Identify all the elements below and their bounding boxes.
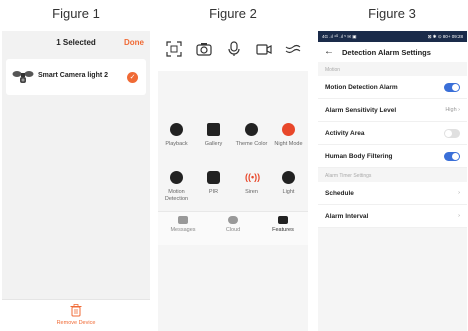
- human-filter-row[interactable]: Human Body Filtering: [318, 145, 467, 168]
- features-icon: [278, 216, 288, 224]
- done-button[interactable]: Done: [124, 38, 144, 47]
- figure-3-screen: 4G .ıl ⁴ᴳ .ıl ⁵ ✉ ▣ ⊠ ✱ ⊙ 80+ 09:28 ← De…: [318, 31, 467, 331]
- motion-alarm-toggle[interactable]: [444, 83, 460, 92]
- human-filter-toggle[interactable]: [444, 152, 460, 161]
- section-header-timer: Alarm Timer Settings: [318, 168, 467, 182]
- section-header-motion: Motion: [318, 62, 467, 76]
- motion-detection-icon: [170, 171, 183, 184]
- tab-label: Cloud: [225, 227, 241, 233]
- collapse-icon[interactable]: [285, 41, 301, 57]
- feature-label: Siren: [245, 189, 258, 195]
- feature-label: Playback: [165, 141, 188, 147]
- alarm-interval-row[interactable]: Alarm Interval ›: [318, 205, 467, 228]
- cloud-icon: [228, 216, 238, 224]
- sensitivity-value: High ›: [445, 107, 460, 113]
- activity-area-label: Activity Area: [325, 130, 365, 137]
- night-mode-icon: [282, 123, 295, 136]
- video-record-icon[interactable]: [256, 41, 272, 57]
- nav-bar: ← Detection Alarm Settings: [318, 42, 467, 62]
- light-icon: [282, 171, 295, 184]
- figure-2-caption: Figure 2: [209, 6, 257, 21]
- feature-playback[interactable]: Playback: [158, 123, 195, 148]
- tab-label: Messages: [170, 227, 196, 233]
- remove-device-button[interactable]: Remove Device: [2, 299, 150, 331]
- sensitivity-row[interactable]: Alarm Sensitivity Level High ›: [318, 99, 467, 122]
- activity-area-toggle[interactable]: [444, 129, 460, 138]
- feature-label: Gallery: [204, 141, 223, 147]
- alarm-interval-label: Alarm Interval: [325, 213, 369, 220]
- bottom-tab-bar: Messages Cloud Features: [158, 211, 308, 245]
- human-filter-label: Human Body Filtering: [325, 153, 393, 160]
- tab-content-area: [158, 245, 308, 331]
- messages-icon: [178, 216, 188, 224]
- device-card[interactable]: Smart Camera light 2 ✓: [6, 59, 146, 95]
- feature-light[interactable]: Light: [270, 171, 307, 196]
- tab-messages[interactable]: Messages: [158, 216, 208, 233]
- motion-alarm-label: Motion Detection Alarm: [325, 84, 398, 91]
- feature-theme-color[interactable]: Theme Color: [233, 123, 270, 148]
- figure-1-caption: Figure 1: [52, 6, 100, 21]
- chevron-right-icon: ›: [458, 190, 460, 196]
- gallery-icon: [207, 123, 220, 136]
- device-name: Smart Camera light 2: [38, 72, 109, 79]
- theme-color-icon: [245, 123, 258, 136]
- feature-pir[interactable]: PIR: [195, 171, 232, 196]
- tab-features[interactable]: Features: [258, 216, 308, 233]
- feature-siren[interactable]: ((•)) Siren: [233, 171, 270, 196]
- trash-icon: [70, 304, 82, 317]
- microphone-icon[interactable]: [226, 41, 242, 57]
- status-left: 4G .ıl ⁴ᴳ .ıl ⁵ ✉ ▣: [322, 34, 357, 39]
- figure-3-caption: Figure 3: [368, 6, 416, 21]
- feature-label: Night Mode: [274, 141, 303, 147]
- camera-light-icon: [12, 71, 34, 83]
- selection-header: 1 Selected Done: [2, 31, 150, 55]
- schedule-row[interactable]: Schedule ›: [318, 182, 467, 205]
- pir-icon: [207, 171, 220, 184]
- tab-label: Features: [272, 227, 294, 233]
- feature-label: Motion Detection: [164, 189, 189, 202]
- feature-label: Light: [282, 189, 295, 195]
- feature-night-mode[interactable]: Night Mode: [270, 123, 307, 148]
- feature-label: Theme Color: [235, 141, 268, 147]
- remove-device-label: Remove Device: [56, 320, 96, 326]
- camera-icon[interactable]: [196, 41, 212, 57]
- siren-icon: ((•)): [245, 172, 261, 182]
- check-icon[interactable]: ✓: [127, 72, 138, 83]
- status-bar: 4G .ıl ⁴ᴳ .ıl ⁵ ✉ ▣ ⊠ ✱ ⊙ 80+ 09:28: [318, 31, 467, 42]
- screenshot-icon[interactable]: [166, 41, 182, 57]
- sensitivity-label: Alarm Sensitivity Level: [325, 107, 397, 114]
- back-arrow-icon[interactable]: ←: [324, 46, 334, 57]
- figure-2-screen: Playback Gallery Theme Color Night Mode …: [158, 31, 308, 331]
- figure-1-screen: 1 Selected Done Smart Camera light 2 ✓ R…: [2, 31, 150, 331]
- chevron-right-icon: ›: [458, 213, 460, 219]
- tab-cloud[interactable]: Cloud: [208, 216, 258, 233]
- feature-gallery[interactable]: Gallery: [195, 123, 232, 148]
- motion-alarm-row[interactable]: Motion Detection Alarm: [318, 76, 467, 99]
- activity-area-row[interactable]: Activity Area: [318, 122, 467, 145]
- camera-toolbar: [158, 31, 308, 71]
- feature-label: PIR: [208, 189, 219, 195]
- playback-icon: [170, 123, 183, 136]
- status-right: ⊠ ✱ ⊙ 80+ 09:28: [427, 34, 463, 39]
- feature-motion-detection[interactable]: Motion Detection: [158, 171, 195, 202]
- page-title: Detection Alarm Settings: [342, 48, 431, 57]
- schedule-label: Schedule: [325, 190, 354, 197]
